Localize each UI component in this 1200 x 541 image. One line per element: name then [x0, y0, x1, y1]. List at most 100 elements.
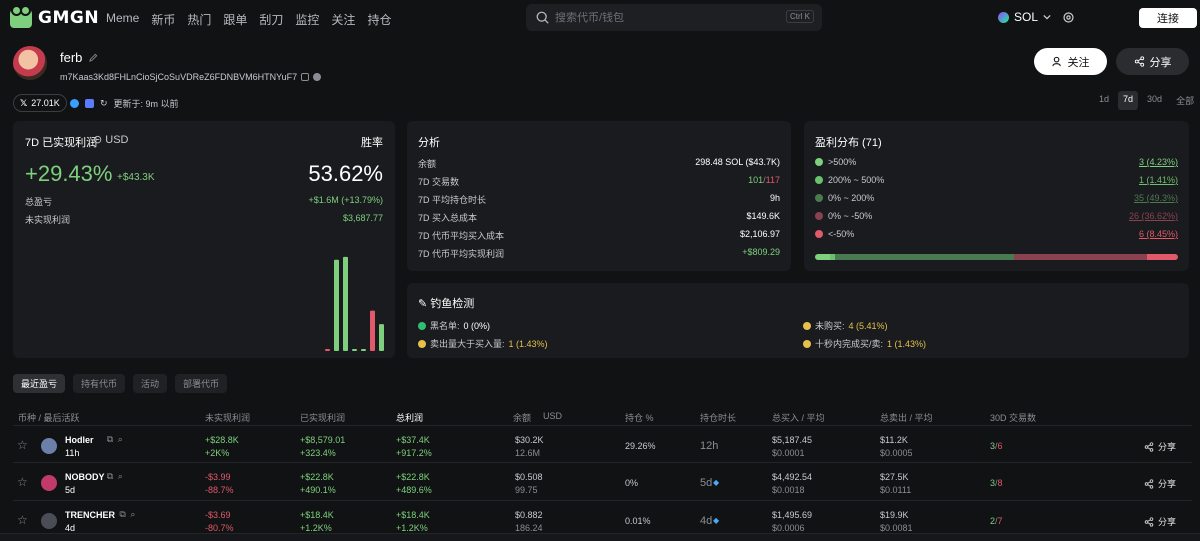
distribution-row-label: 0% ~ 200% [815, 193, 874, 203]
tab-holdings[interactable]: 持有代币 [73, 374, 126, 393]
pnl-bar [343, 256, 348, 351]
distribution-row-value[interactable]: 1 (1.41%) [1139, 175, 1178, 185]
search-icon [536, 11, 549, 24]
legend-dot-icon [815, 158, 823, 166]
col-unrealized[interactable]: 未实现利润 [205, 411, 250, 424]
share-row-button[interactable]: 分享 [1144, 440, 1176, 453]
token-last-active: 5d [65, 485, 76, 495]
unrealized-percent: +2K% [205, 448, 230, 458]
logo[interactable]: GMGN [10, 5, 99, 28]
col-token[interactable]: 币种 / 最后活跃 [18, 411, 80, 424]
distribution-row-value[interactable]: 6 (8.45%) [1139, 229, 1178, 239]
legend-dot-icon [815, 194, 823, 202]
refresh-icon[interactable]: ↻ [100, 98, 108, 109]
search-icon[interactable]: ⌕ [118, 434, 123, 445]
col-balance[interactable]: 余额 [513, 411, 531, 424]
realized-value: +$8,579.01 [300, 435, 346, 445]
col-30d-tx[interactable]: 30D 交易数 [990, 411, 1036, 424]
col-usd-toggle[interactable]: USD [543, 411, 562, 421]
search-box[interactable]: Ctrl K [526, 4, 822, 31]
total-profit-value: +$37.4K [396, 435, 430, 445]
distribution-row-value[interactable]: 3 (4.23%) [1139, 157, 1178, 167]
search-input[interactable] [555, 11, 775, 24]
favorite-star-icon[interactable]: ☆ [17, 475, 28, 489]
currency-icon: ⊝ [93, 134, 103, 146]
realized-percent: +490.1% [300, 485, 336, 495]
distribution-title: 盈利分布 (71) [815, 137, 882, 149]
qr-icon[interactable] [313, 73, 322, 81]
currency-toggle[interactable]: ⊝ USD [93, 133, 129, 146]
share-row-button[interactable]: 分享 [1144, 477, 1176, 490]
token-name[interactable]: TRENCHER [65, 510, 115, 520]
nav-item-monitor[interactable]: 监控 [295, 11, 319, 28]
distribution-segment [815, 254, 831, 260]
nav-item-scraper[interactable]: 刮刀 [259, 11, 283, 28]
pnl-card-title: 7D 已实现利润 [25, 137, 98, 149]
analysis-card: 分析 余额 298.48 SOL ($43.7K) 7D 交易数 101/117… [407, 121, 791, 271]
nav-item-new[interactable]: 新币 [151, 11, 175, 28]
search-icon[interactable]: ⌕ [130, 509, 135, 520]
sell-average: $0.0005 [880, 448, 913, 458]
tab-deployed[interactable]: 部署代币 [175, 374, 228, 393]
period-7d[interactable]: 7d [1118, 91, 1139, 110]
period-30d[interactable]: 30d [1142, 91, 1167, 110]
tab-recent-pnl[interactable]: 最近盈亏 [13, 374, 66, 393]
user-add-icon [1051, 56, 1061, 67]
col-total-profit[interactable]: 总利润 [396, 411, 423, 424]
pnl-bar [334, 259, 339, 351]
chain-selector[interactable]: SOL [998, 10, 1075, 24]
pnl-bar [379, 324, 384, 351]
copy-icon[interactable] [301, 73, 310, 81]
tab-activity[interactable]: 活动 [133, 374, 168, 393]
copy-icon[interactable]: ⧉ [107, 471, 113, 482]
x-followers-badge[interactable]: 𝕏 27.01K [13, 94, 67, 112]
avg-cost-value: $2,106.97 [739, 229, 780, 239]
favorite-star-icon[interactable]: ☆ [17, 438, 28, 452]
phishing-card: ✎ 钓鱼检测 黑名单: 0 (0%) 未购买: 4 (5.41%) 卖出量大于买… [407, 283, 1189, 358]
total-sell: $27.5K [880, 472, 909, 482]
token-name[interactable]: Hodler [65, 435, 94, 445]
legend-dot-icon [815, 176, 823, 184]
settings-icon[interactable] [1062, 11, 1075, 24]
nav-item-trending[interactable]: 热门 [187, 11, 211, 28]
col-hold-pct[interactable]: 持仓 % [625, 411, 654, 424]
wallet-address: m7Kaas3Kd8FHLnCioSjCoSuVDReZ6FDNBVM6HTNY… [60, 72, 322, 82]
col-realized[interactable]: 已实现利润 [300, 411, 345, 424]
connect-button[interactable]: 连接 [1139, 8, 1197, 28]
search-icon[interactable]: ⌕ [118, 471, 123, 482]
pnl-card: 7D 已实现利润 ⊝ USD 胜率 +29.43% +$43.3K 53.62%… [13, 121, 395, 358]
edit-icon[interactable] [89, 53, 98, 62]
analysis-title: 分析 [418, 137, 440, 149]
sell-average: $0.0111 [880, 485, 912, 495]
period-selector: 1d 7d 30d 全部 [1094, 91, 1199, 110]
nav-item-follow[interactable]: 关注 [331, 11, 355, 28]
token-name[interactable]: NOBODY [65, 472, 105, 482]
distribution-row-value[interactable]: 35 (49.3%) [1134, 193, 1178, 203]
period-1d[interactable]: 1d [1094, 91, 1114, 110]
distribution-row-value[interactable]: 26 (36.62%) [1129, 211, 1178, 221]
realized-value: +$18.4K [300, 510, 334, 520]
total-profit-value: +$18.4K [396, 510, 430, 520]
col-hold-duration[interactable]: 持仓时长 [700, 411, 736, 424]
copy-icon[interactable]: ⧉ [119, 509, 125, 520]
nav-item-holdings[interactable]: 持仓 [367, 11, 391, 28]
nav-item-meme[interactable]: Meme [106, 11, 139, 28]
col-total-buy[interactable]: 总买入 / 平均 [772, 411, 825, 424]
period-all[interactable]: 全部 [1171, 91, 1199, 110]
favorite-star-icon[interactable]: ☆ [17, 513, 28, 527]
share-profile-button[interactable]: 分享 [1116, 48, 1189, 75]
status-dot-yellow-icon [803, 339, 811, 348]
total-sell: $19.9K [880, 510, 909, 520]
copy-icon[interactable]: ⧉ [107, 434, 113, 445]
nav-item-copytrade[interactable]: 跟单 [223, 11, 247, 28]
share-row-button[interactable]: 分享 [1144, 515, 1176, 528]
realized-value: +$22.8K [300, 472, 334, 482]
total-buy: $5,187.45 [772, 435, 813, 445]
share-icon [1134, 56, 1144, 67]
follow-button[interactable]: 关注 [1034, 48, 1107, 75]
col-total-sell[interactable]: 总卖出 / 平均 [880, 411, 933, 424]
avg-profit-value: +$809.29 [742, 247, 780, 257]
row-divider [13, 462, 1192, 463]
buy-average: $0.0001 [772, 448, 805, 458]
distribution-row-label: <-50% [815, 229, 854, 239]
